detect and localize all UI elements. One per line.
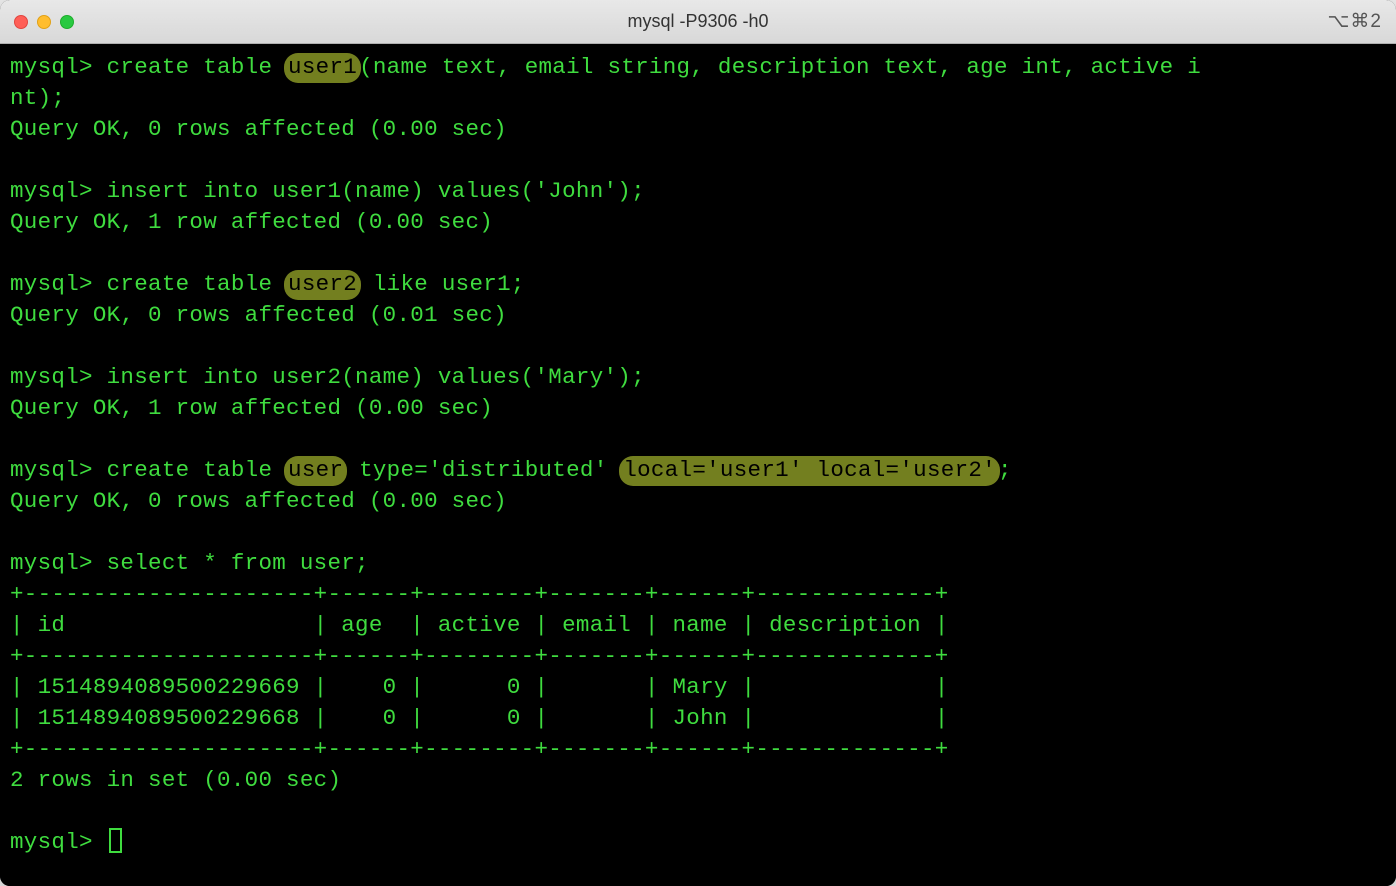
result-summary: 2 rows in set (0.00 sec) bbox=[10, 765, 1386, 796]
minimize-button[interactable] bbox=[37, 15, 51, 29]
sql-create-user-dist: mysql> create table user type='distribut… bbox=[10, 455, 1386, 486]
sql-create-user2: mysql> create table user2 like user1; bbox=[10, 269, 1386, 300]
table-border-mid: +---------------------+------+--------+-… bbox=[10, 641, 1386, 672]
text: ; bbox=[998, 457, 1012, 483]
text: mysql> create table bbox=[10, 54, 286, 80]
titlebar[interactable]: mysql -P9306 -h0 ⌥⌘2 bbox=[0, 0, 1396, 44]
table-row: | 1514894089500229668 | 0 | 0 | | John |… bbox=[10, 703, 1386, 734]
close-button[interactable] bbox=[14, 15, 28, 29]
table-header: | id | age | active | email | name | des… bbox=[10, 610, 1386, 641]
query-ok: Query OK, 1 row affected (0.00 sec) bbox=[10, 207, 1386, 238]
highlight-user2: user2 bbox=[284, 270, 361, 300]
maximize-button[interactable] bbox=[60, 15, 74, 29]
query-ok: Query OK, 0 rows affected (0.00 sec) bbox=[10, 486, 1386, 517]
table-row: | 1514894089500229669 | 0 | 0 | | Mary |… bbox=[10, 672, 1386, 703]
sql-select: mysql> select * from user; bbox=[10, 548, 1386, 579]
prompt-line: mysql> bbox=[10, 827, 1386, 858]
window-shortcut: ⌥⌘2 bbox=[1328, 10, 1382, 33]
text: mysql> create table bbox=[10, 271, 286, 297]
text: mysql> create table bbox=[10, 457, 286, 483]
cursor-icon bbox=[109, 828, 122, 853]
terminal-content[interactable]: mysql> create table user1(name text, ema… bbox=[0, 44, 1396, 886]
sql-create-user1-cont: nt); bbox=[10, 83, 1386, 114]
table-border-bottom: +---------------------+------+--------+-… bbox=[10, 734, 1386, 765]
text: (name text, email string, description te… bbox=[359, 54, 1201, 80]
text: like user1; bbox=[359, 271, 525, 297]
window-title: mysql -P9306 -h0 bbox=[0, 11, 1396, 32]
query-ok: Query OK, 0 rows affected (0.01 sec) bbox=[10, 300, 1386, 331]
query-ok: Query OK, 1 row affected (0.00 sec) bbox=[10, 393, 1386, 424]
blank bbox=[10, 424, 1386, 455]
query-ok: Query OK, 0 rows affected (0.00 sec) bbox=[10, 114, 1386, 145]
terminal-window: mysql -P9306 -h0 ⌥⌘2 mysql> create table… bbox=[0, 0, 1396, 886]
blank bbox=[10, 145, 1386, 176]
blank bbox=[10, 517, 1386, 548]
blank bbox=[10, 331, 1386, 362]
sql-insert-mary: mysql> insert into user2(name) values('M… bbox=[10, 362, 1386, 393]
blank bbox=[10, 238, 1386, 269]
highlight-user1: user1 bbox=[284, 53, 361, 83]
prompt: mysql> bbox=[10, 829, 107, 855]
blank bbox=[10, 796, 1386, 827]
highlight-user: user bbox=[284, 456, 347, 486]
highlight-locals: local='user1' local='user2' bbox=[619, 456, 1000, 486]
text: type='distributed' bbox=[345, 457, 621, 483]
sql-create-user1: mysql> create table user1(name text, ema… bbox=[10, 52, 1386, 83]
sql-insert-john: mysql> insert into user1(name) values('J… bbox=[10, 176, 1386, 207]
table-border-top: +---------------------+------+--------+-… bbox=[10, 579, 1386, 610]
traffic-lights bbox=[14, 15, 74, 29]
